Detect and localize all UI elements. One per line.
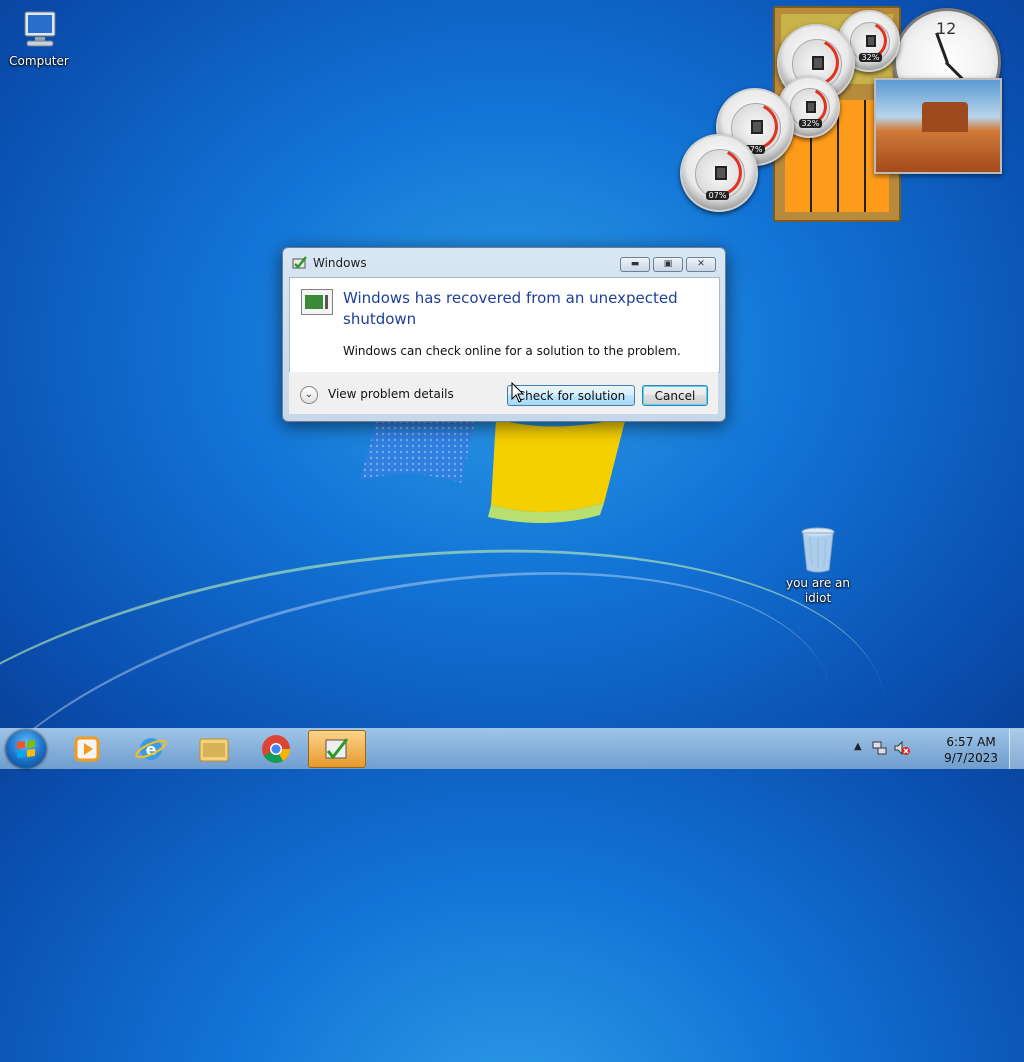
minimize-icon: ▬: [630, 259, 640, 269]
maximize-button[interactable]: ▣: [653, 257, 683, 272]
desktop-icon-label: Computer: [9, 54, 69, 68]
folder-icon: [199, 738, 229, 762]
title-bar[interactable]: Windows ▬ ▣ ✕: [283, 248, 725, 276]
show-hidden-icons-icon[interactable]: ▲: [854, 741, 862, 752]
computer-icon: [24, 11, 56, 47]
clock-time: 6:57 AM: [946, 735, 996, 749]
shutdown-recovery-dialog: Windows ▬ ▣ ✕ Windows has recovered from…: [282, 247, 726, 422]
close-button[interactable]: ✕: [686, 257, 716, 272]
recycle-bin-icon: [801, 527, 835, 573]
taskbar-problem-reports[interactable]: [308, 730, 366, 768]
volume-muted-icon[interactable]: [894, 740, 910, 756]
check-for-solution-button[interactable]: Check for solution: [507, 385, 635, 406]
taskbar-windows-explorer[interactable]: [186, 730, 242, 768]
mouse-cursor-icon: [511, 382, 525, 403]
desktop-icon-recycle-bin[interactable]: you are an idiot: [776, 526, 860, 606]
chip-icon: [811, 55, 825, 70]
window-title: Windows: [313, 256, 367, 270]
chevron-down-icon: ⌄: [304, 389, 314, 400]
chip-icon: [750, 119, 764, 134]
system-clock[interactable]: 6:57 AM 9/7/2023: [944, 734, 998, 766]
meter-percent: 07%: [705, 190, 730, 200]
maximize-icon: ▣: [663, 259, 673, 269]
taskbar-media-player[interactable]: [60, 730, 116, 768]
show-desktop-button[interactable]: [1009, 729, 1024, 769]
cancel-button[interactable]: Cancel: [642, 385, 708, 406]
dialog-content: Windows has recovered from an unexpected…: [289, 277, 720, 373]
media-player-icon: [74, 736, 100, 762]
taskbar: e ▲ 6:57 AM 9/7/2023: [0, 728, 1024, 769]
chrome-icon: [262, 735, 290, 763]
taskbar-chrome[interactable]: [248, 730, 304, 768]
taskbar-internet-explorer[interactable]: e: [123, 730, 179, 768]
meter-percent: 32%: [798, 118, 823, 128]
desktop-icon-label: you are an idiot: [785, 576, 851, 605]
window-app-icon: [301, 289, 333, 315]
close-icon: ✕: [697, 259, 705, 269]
main-instruction: Windows has recovered from an unexpected…: [343, 289, 678, 328]
cpu-meter-gadget[interactable]: 07%: [680, 134, 758, 212]
dialog-footer: ⌄ View problem details Check for solutio…: [289, 372, 718, 414]
problem-reports-icon: [325, 738, 349, 760]
windows-flag-icon: [17, 740, 35, 758]
internet-explorer-icon: e: [135, 738, 167, 760]
slideshow-gadget[interactable]: [874, 78, 1002, 174]
network-icon[interactable]: [872, 740, 888, 756]
chip-icon: [865, 35, 877, 48]
notification-area: ▲ 6:57 AM 9/7/2023: [844, 729, 1024, 769]
minimize-button[interactable]: ▬: [620, 257, 650, 272]
start-button[interactable]: [6, 730, 46, 768]
meter-percent: 32%: [858, 52, 883, 62]
content-text: Windows can check online for a solution …: [343, 344, 681, 358]
clock-date: 9/7/2023: [944, 751, 998, 765]
problem-reports-icon: [292, 256, 307, 269]
chip-icon: [714, 165, 728, 180]
expand-details-button[interactable]: ⌄: [300, 386, 318, 404]
chip-icon: [805, 101, 817, 114]
view-details-label[interactable]: View problem details: [328, 387, 454, 401]
butte-shape: [922, 102, 968, 132]
desktop-icon-computer[interactable]: Computer: [0, 10, 81, 69]
